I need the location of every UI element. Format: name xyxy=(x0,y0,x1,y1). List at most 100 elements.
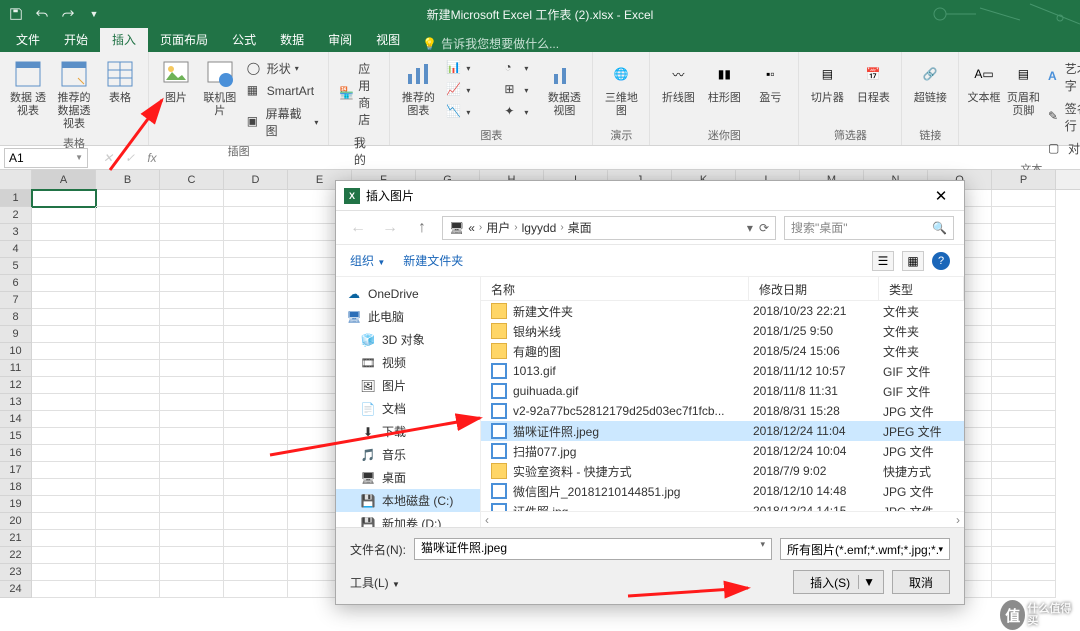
cell[interactable] xyxy=(32,411,96,428)
cell[interactable] xyxy=(224,326,288,343)
cell[interactable] xyxy=(160,207,224,224)
column-header[interactable]: B xyxy=(96,170,160,189)
file-row[interactable]: 有趣的图2018/5/24 15:06文件夹 xyxy=(481,341,964,361)
cell[interactable] xyxy=(160,275,224,292)
cell[interactable] xyxy=(992,411,1056,428)
row-header[interactable]: 3 xyxy=(0,224,32,241)
save-icon[interactable] xyxy=(6,4,26,24)
cell[interactable] xyxy=(224,224,288,241)
row-header[interactable]: 11 xyxy=(0,360,32,377)
cell[interactable] xyxy=(32,275,96,292)
file-row[interactable]: 猫咪证件照.jpeg2018/12/24 11:04JPEG 文件 xyxy=(481,421,964,441)
cell[interactable] xyxy=(992,241,1056,258)
nav-up-icon[interactable]: ↑ xyxy=(410,216,434,240)
row-header[interactable]: 19 xyxy=(0,496,32,513)
cell[interactable] xyxy=(224,462,288,479)
cell[interactable] xyxy=(32,564,96,581)
cell[interactable] xyxy=(224,241,288,258)
cell[interactable] xyxy=(32,428,96,445)
row-header[interactable]: 13 xyxy=(0,394,32,411)
filename-input[interactable]: 猫咪证件照.jpeg▾ xyxy=(414,538,772,560)
cell[interactable] xyxy=(992,224,1056,241)
breadcrumb[interactable]: 🖥 «› 用户› lgyydd› 桌面 ▾⟳ xyxy=(442,216,776,240)
row-header[interactable]: 7 xyxy=(0,292,32,309)
file-row[interactable]: 实验室资料 - 快捷方式2018/7/9 9:02快捷方式 xyxy=(481,461,964,481)
file-row[interactable]: 1013.gif2018/11/12 10:57GIF 文件 xyxy=(481,361,964,381)
cell[interactable] xyxy=(160,326,224,343)
tree-item[interactable]: 💾新加卷 (D:) xyxy=(336,512,480,527)
cell[interactable] xyxy=(992,343,1056,360)
redo-icon[interactable] xyxy=(58,4,78,24)
cell[interactable] xyxy=(160,564,224,581)
file-row[interactable]: 微信图片_20181210144851.jpg2018/12/10 14:48J… xyxy=(481,481,964,501)
cell[interactable] xyxy=(992,326,1056,343)
cell[interactable] xyxy=(96,190,160,207)
cell[interactable] xyxy=(96,292,160,309)
cell[interactable] xyxy=(96,326,160,343)
view-mode-button-2[interactable]: ▦ xyxy=(902,251,924,271)
nav-back-icon[interactable]: ← xyxy=(346,216,370,240)
cell[interactable] xyxy=(96,530,160,547)
cell[interactable] xyxy=(224,292,288,309)
table-button[interactable]: 表格 xyxy=(98,56,142,107)
cell[interactable] xyxy=(96,428,160,445)
cell[interactable] xyxy=(32,462,96,479)
cell[interactable] xyxy=(32,479,96,496)
cell[interactable] xyxy=(32,530,96,547)
row-header[interactable]: 12 xyxy=(0,377,32,394)
cell[interactable] xyxy=(224,411,288,428)
chart-type-1[interactable]: 📊▾ xyxy=(442,58,498,78)
column-header[interactable]: D xyxy=(224,170,288,189)
cell[interactable] xyxy=(160,394,224,411)
cell[interactable] xyxy=(32,241,96,258)
cell[interactable] xyxy=(96,547,160,564)
object-button[interactable]: ▢对象 xyxy=(1044,138,1080,159)
file-row[interactable]: 银纳米线2018/1/25 9:50文件夹 xyxy=(481,321,964,341)
tree-item[interactable]: ☁OneDrive xyxy=(336,283,480,305)
cell[interactable] xyxy=(96,581,160,598)
cell[interactable] xyxy=(992,377,1056,394)
cell[interactable] xyxy=(224,343,288,360)
tree-item[interactable]: 💾本地磁盘 (C:) xyxy=(336,489,480,512)
smartart-button[interactable]: ▦SmartArt xyxy=(243,81,323,101)
help-icon[interactable]: ? xyxy=(932,252,950,270)
cancel-button[interactable]: 取消 xyxy=(892,570,950,594)
cell[interactable] xyxy=(224,530,288,547)
row-header[interactable]: 4 xyxy=(0,241,32,258)
textbox-button[interactable]: A▭文本框 xyxy=(965,56,1002,107)
filter-dropdown[interactable]: 所有图片(*.emf;*.wmf;*.jpg;*.j▾ xyxy=(780,538,950,560)
row-header[interactable]: 15 xyxy=(0,428,32,445)
chart-type-3[interactable]: 📉▾ xyxy=(442,102,498,122)
cell[interactable] xyxy=(160,343,224,360)
online-picture-button[interactable]: 联机图片 xyxy=(199,56,241,120)
cell[interactable] xyxy=(160,581,224,598)
tree-item[interactable]: 🖥桌面 xyxy=(336,466,480,489)
cell[interactable] xyxy=(992,207,1056,224)
cell[interactable] xyxy=(96,394,160,411)
tree-item[interactable]: 🎵音乐 xyxy=(336,443,480,466)
cell[interactable] xyxy=(992,394,1056,411)
cell[interactable] xyxy=(160,377,224,394)
cell[interactable] xyxy=(992,190,1056,207)
signature-button[interactable]: ✎签名行 xyxy=(1044,98,1080,136)
row-header[interactable]: 21 xyxy=(0,530,32,547)
cell[interactable] xyxy=(224,547,288,564)
cell[interactable] xyxy=(224,394,288,411)
cell[interactable] xyxy=(32,190,96,207)
cell[interactable] xyxy=(32,547,96,564)
cell[interactable] xyxy=(992,360,1056,377)
cell[interactable] xyxy=(160,547,224,564)
qat-dropdown-icon[interactable]: ▼ xyxy=(84,4,104,24)
row-header[interactable]: 8 xyxy=(0,309,32,326)
cell[interactable] xyxy=(160,309,224,326)
sparkline-column-button[interactable]: ▮▮柱形图 xyxy=(702,56,746,107)
cell[interactable] xyxy=(96,241,160,258)
file-row[interactable]: 证件照.jpg2018/12/24 14:15JPG 文件 xyxy=(481,501,964,511)
row-header[interactable]: 1 xyxy=(0,190,32,207)
cell[interactable] xyxy=(96,564,160,581)
cell[interactable] xyxy=(224,360,288,377)
pivot-chart-button[interactable]: 数据透视图 xyxy=(542,56,586,120)
row-header[interactable]: 23 xyxy=(0,564,32,581)
sparkline-winloss-button[interactable]: ▪▫盈亏 xyxy=(748,56,792,107)
search-input[interactable]: 搜索"桌面"🔍 xyxy=(784,216,954,240)
